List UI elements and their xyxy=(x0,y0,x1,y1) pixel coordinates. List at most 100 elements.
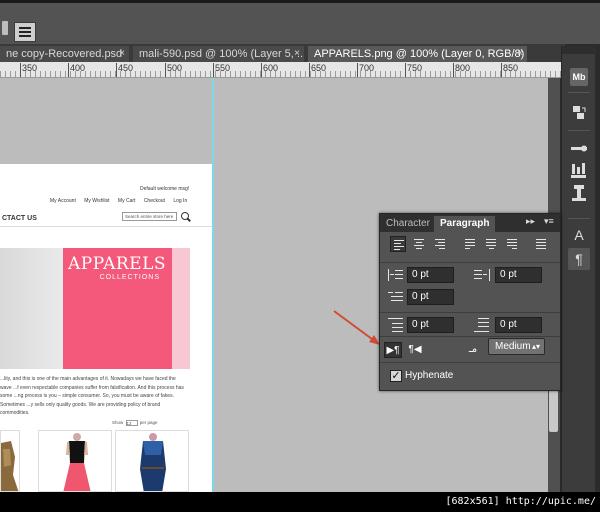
divider xyxy=(568,92,590,93)
list-icon xyxy=(19,27,31,37)
intro-paragraph: ...lity, and this is one of the main adv… xyxy=(0,376,184,416)
tab-mali-590[interactable]: mali-590.psd @ 100% (Layer 5, ... × xyxy=(133,46,304,62)
tab-label: ne copy-Recovered.psd xyxy=(6,48,123,60)
collapse-icon[interactable]: ▸▸ xyxy=(526,216,535,227)
ruler-label: 700 xyxy=(359,63,375,73)
banner-subtitle: COLLECTIONS xyxy=(99,274,160,281)
show-value: 12 xyxy=(125,420,138,426)
banner: APPARELS COLLECTIONS xyxy=(0,248,190,369)
panel-dock: Mb A ¶ xyxy=(561,46,596,492)
ruler-label: 850 xyxy=(503,63,519,73)
right-to-left-button[interactable]: ¶◀ xyxy=(406,342,424,358)
account-link: Log In xyxy=(173,198,188,204)
justify-last-center-button[interactable] xyxy=(483,236,499,252)
align-left-button[interactable] xyxy=(390,236,406,252)
ruler-label: 600 xyxy=(263,63,279,73)
justify-last-right-button[interactable] xyxy=(504,236,520,252)
chevron-updown-icon: ▴▾ xyxy=(531,342,540,351)
hyphenate-checkbox[interactable]: ✓ xyxy=(390,370,402,382)
indent-left-field[interactable]: 0 pt xyxy=(407,267,454,283)
justify-all-button[interactable] xyxy=(533,236,549,252)
tool-presets-icon[interactable] xyxy=(568,182,590,204)
mock-search-box: Search entire store here xyxy=(122,212,177,221)
first-line-indent-field[interactable]: 0 pt xyxy=(407,289,454,305)
ruler-label: 550 xyxy=(215,63,231,73)
space-after-icon xyxy=(474,317,490,333)
horizontal-ruler[interactable]: 350 400 450 500 550 600 650 700 750 800 … xyxy=(0,62,565,78)
mini-bridge-icon[interactable]: Mb xyxy=(570,68,588,86)
tab-label: APPARELS.png @ 100% (Layer 0, RGB/8) * xyxy=(314,48,527,60)
ruler-label: 400 xyxy=(70,63,86,73)
ruler-label: 450 xyxy=(118,63,134,73)
dress-image xyxy=(63,433,91,491)
tab-character[interactable]: Character xyxy=(380,216,436,232)
close-icon[interactable]: × xyxy=(517,46,523,62)
document-tabs: ne copy-Recovered.psd × mali-590.psd @ 1… xyxy=(0,44,565,62)
per-page-label: per page xyxy=(139,420,158,426)
ruler-label: 750 xyxy=(407,63,423,73)
product-card xyxy=(0,430,20,492)
spacing-row: 0 pt 0 pt xyxy=(380,312,560,336)
brush-presets-icon[interactable] xyxy=(568,138,590,160)
close-icon[interactable]: × xyxy=(294,46,300,62)
character-panel-icon[interactable]: A xyxy=(568,224,590,246)
guide-line[interactable] xyxy=(212,78,214,492)
banner-title: APPARELS xyxy=(67,254,166,274)
tab-apparels[interactable]: APPARELS.png @ 100% (Layer 0, RGB/8) * × xyxy=(308,46,527,62)
options-toggle-button[interactable] xyxy=(2,21,8,35)
space-before-icon xyxy=(388,317,404,333)
photoshop-window: ne copy-Recovered.psd × mali-590.psd @ 1… xyxy=(0,0,600,512)
space-before-field[interactable]: 0 pt xyxy=(407,317,454,333)
account-link: Checkout xyxy=(143,198,165,204)
pager: Show 12 per page xyxy=(112,420,158,426)
tab-paragraph[interactable]: Paragraph xyxy=(434,216,496,232)
ruler-label: 800 xyxy=(455,63,471,73)
show-label: Show xyxy=(112,420,124,426)
account-link: My Wishlist xyxy=(84,198,110,204)
welcome-message: Default welcome msg! xyxy=(140,186,190,192)
history-icon[interactable] xyxy=(568,102,590,124)
hyphenate-label: Hyphenate xyxy=(405,370,454,381)
account-link: My Account xyxy=(50,198,76,204)
indent-right-field[interactable]: 0 pt xyxy=(495,267,542,283)
account-links: My Account My Wishlist My Cart Checkout … xyxy=(50,198,194,204)
indent-right-icon xyxy=(474,267,490,283)
ruler-label: 350 xyxy=(22,63,38,73)
account-link: My Cart xyxy=(117,198,136,204)
search-icon xyxy=(181,212,189,220)
banner-side xyxy=(172,248,190,369)
justification-select[interactable]: Medium ▴▾ xyxy=(488,338,545,355)
indent-left-icon xyxy=(388,267,404,283)
panel-tabs: Character Paragraph ▸▸ ▾≡ xyxy=(380,214,560,232)
alignment-row xyxy=(380,232,560,262)
align-center-button[interactable] xyxy=(411,236,427,252)
dress-image xyxy=(140,433,166,491)
align-right-button[interactable] xyxy=(432,236,448,252)
watermark-bar: [682x561] http://upic.me/ xyxy=(0,492,600,512)
app-bar xyxy=(0,0,600,44)
product-card xyxy=(115,430,189,492)
paragraph-panel-icon[interactable]: ¶ xyxy=(568,248,590,270)
product-card xyxy=(38,430,112,492)
tab-copy-recovered[interactable]: ne copy-Recovered.psd × xyxy=(0,46,129,62)
divider xyxy=(568,130,590,131)
nav-contact: CTACT US xyxy=(2,215,37,222)
divider xyxy=(568,218,590,219)
tab-label: mali-590.psd @ 100% (Layer 5, ... xyxy=(139,48,304,60)
dock-grip[interactable] xyxy=(562,46,596,54)
left-to-right-button[interactable]: ▶¶ xyxy=(384,342,402,358)
dress-image xyxy=(1,441,19,491)
panel-menu-icon[interactable]: ▾≡ xyxy=(544,216,554,227)
divider xyxy=(0,226,213,227)
close-icon[interactable]: × xyxy=(119,46,125,62)
justification-icon: مـ xyxy=(468,344,478,355)
justification-value: Medium xyxy=(495,341,531,352)
clone-source-icon[interactable] xyxy=(568,160,590,182)
ruler-label: 500 xyxy=(167,63,183,73)
arrange-documents-button[interactable] xyxy=(14,22,36,42)
scrollbar-thumb[interactable] xyxy=(549,386,558,432)
space-after-field[interactable]: 0 pt xyxy=(495,317,542,333)
justify-last-left-button[interactable] xyxy=(462,236,478,252)
watermark-text: [682x561] http://upic.me/ xyxy=(445,496,596,507)
website-mockup: Default welcome msg! My Account My Wishl… xyxy=(0,164,213,492)
